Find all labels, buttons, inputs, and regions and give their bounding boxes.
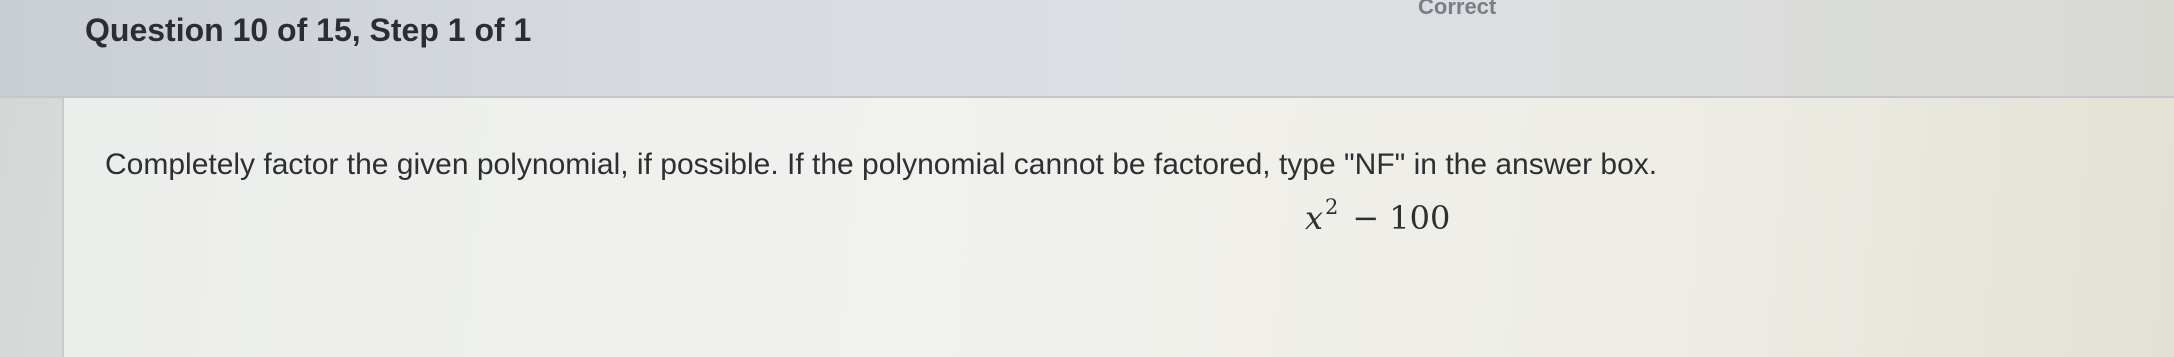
- question-step-title: Question 10 of 15, Step 1 of 1: [85, 12, 532, 48]
- screen: Question 10 of 15, Step 1 of 1 Correct C…: [0, 0, 2174, 357]
- status-label: Correct: [1418, 0, 1497, 19]
- question-header: Question 10 of 15, Step 1 of 1 Correct: [0, 0, 2174, 98]
- expression-exponent: 2: [1325, 195, 1339, 219]
- expression-operator: −: [1352, 199, 1380, 237]
- question-panel: [62, 98, 2174, 357]
- polynomial-expression: x2−100: [1305, 195, 1450, 237]
- question-prompt: Completely factor the given polynomial, …: [105, 148, 1658, 181]
- expression-constant: 100: [1389, 199, 1451, 237]
- expression-variable: x: [1305, 199, 1324, 237]
